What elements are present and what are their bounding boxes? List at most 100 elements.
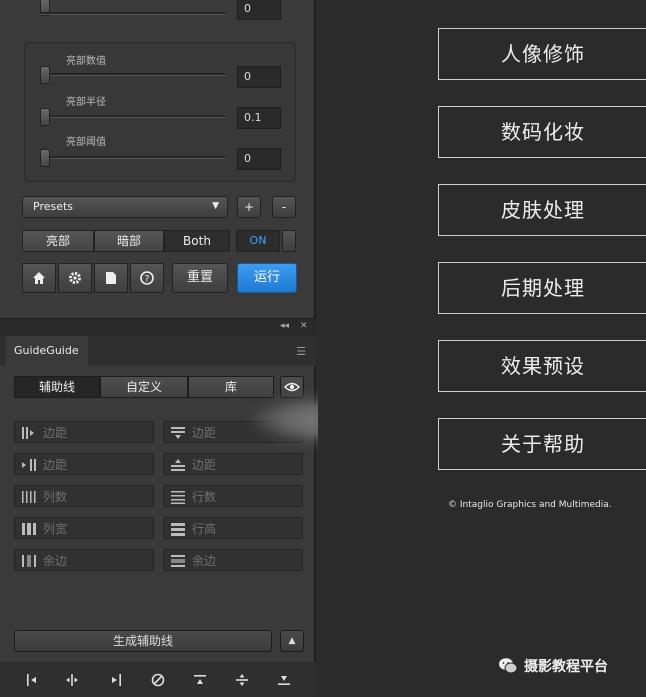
wechat-icon (499, 658, 518, 674)
menu-about-help[interactable]: 关于帮助 (438, 418, 646, 470)
left-guide-icon (27, 674, 36, 686)
field-label: 行数 (192, 490, 217, 504)
right-guide-icon (112, 674, 121, 686)
copyright-text: © Intaglio Graphics and Multimedia. (448, 500, 612, 510)
slider-label-threshold: 亮部阈值 (66, 137, 106, 148)
home-button[interactable] (22, 263, 56, 293)
home-icon (33, 272, 45, 284)
top-margin-icon (171, 427, 185, 439)
bottom-guide-button[interactable] (274, 670, 294, 690)
field-label: 列宽 (43, 522, 68, 536)
field-label: 边距 (192, 426, 217, 440)
menu-digital-makeup[interactable]: 数码化妆 (438, 106, 646, 158)
expand-up-button[interactable]: ▲ (280, 630, 304, 652)
amount-slider-track[interactable] (50, 73, 226, 76)
slider-track-top[interactable] (40, 12, 226, 15)
tab-library[interactable]: 库 (188, 376, 274, 398)
row-gutter-icon (171, 555, 185, 567)
menu-skin-processing[interactable]: 皮肤处理 (438, 184, 646, 236)
menu-post-processing[interactable]: 后期处理 (438, 262, 646, 314)
panel-tabbar: GuideGuide ☰ (0, 336, 316, 366)
right-guide-button[interactable] (106, 670, 126, 690)
help-button[interactable]: ? (130, 263, 164, 293)
vertical-center-guide-icon (66, 674, 78, 686)
toggle-visibility-button[interactable] (280, 376, 304, 398)
columns-field[interactable]: 列数 (14, 485, 154, 507)
top-value-field[interactable]: 0 (237, 0, 281, 20)
chevron-down-icon: ▼ (212, 201, 219, 211)
row-height-field[interactable]: 行高 (163, 517, 303, 539)
column-gutter-field[interactable]: 余边 (14, 549, 154, 571)
row-gutter-field[interactable]: 余边 (163, 549, 303, 571)
svg-text:?: ? (145, 275, 150, 285)
tab-highlights[interactable]: 亮部 (22, 230, 94, 252)
threshold-slider-thumb[interactable] (40, 149, 50, 167)
menu-portrait-retouch[interactable]: 人像修饰 (438, 28, 646, 80)
top-guide-icon (194, 675, 206, 684)
column-width-field[interactable]: 列宽 (14, 517, 154, 539)
field-label: 边距 (192, 458, 217, 472)
rows-icon (171, 491, 185, 504)
close-icon[interactable]: ✕ (300, 321, 308, 331)
field-label: 边距 (43, 426, 68, 440)
on-toggle-switch[interactable] (282, 230, 296, 252)
presets-dropdown[interactable]: Presets ▼ (22, 196, 228, 218)
top-guide-button[interactable] (190, 670, 210, 690)
field-label: 余边 (43, 554, 68, 568)
tab-both[interactable]: Both (164, 230, 230, 252)
row-height-icon (171, 523, 185, 536)
tab-guides[interactable]: 辅助线 (14, 376, 100, 398)
document-icon (106, 272, 116, 284)
right-margin-icon (22, 459, 36, 471)
right-margin-field[interactable]: 边距 (14, 453, 154, 475)
run-button[interactable]: 运行 (237, 263, 297, 293)
rows-field[interactable]: 行数 (163, 485, 303, 507)
radius-slider-thumb[interactable] (40, 108, 50, 126)
settings-button[interactable] (58, 263, 92, 293)
generate-guides-button[interactable]: 生成辅助线 (14, 630, 272, 652)
field-label: 行高 (192, 522, 217, 536)
vertical-center-guide-button[interactable] (62, 670, 82, 690)
clear-icon (151, 673, 165, 687)
main-menu: 人像修饰 数码化妆 皮肤处理 后期处理 效果预设 关于帮助 © Intaglio… (318, 0, 646, 697)
clear-guides-button[interactable] (148, 670, 168, 690)
horizontal-center-guide-button[interactable] (232, 670, 252, 690)
plugin-panel: 0 亮部数值 0 亮部半径 0.1 亮部阈值 0 Presets ▼ + - 亮… (0, 0, 316, 697)
presets-label: Presets (33, 200, 74, 213)
help-icon: ? (140, 271, 154, 285)
collapse-icon[interactable]: ◂◂ (280, 321, 289, 331)
left-margin-icon (22, 427, 34, 439)
left-margin-field[interactable]: 边距 (14, 421, 154, 443)
field-label: 边距 (43, 458, 68, 472)
column-gutter-icon (22, 555, 36, 567)
bottom-margin-field[interactable]: 边距 (163, 453, 303, 475)
tab-guideguide[interactable]: GuideGuide (6, 336, 88, 366)
threshold-slider-track[interactable] (50, 156, 226, 159)
panel-menu-icon[interactable]: ☰ (296, 345, 306, 358)
eye-icon (284, 382, 300, 392)
remove-preset-button[interactable]: - (272, 196, 296, 218)
radius-slider-track[interactable] (50, 115, 226, 118)
threshold-value-field[interactable]: 0 (237, 148, 281, 170)
horizontal-center-guide-icon (236, 674, 248, 686)
on-status-label: ON (236, 230, 280, 252)
tab-shadows[interactable]: 暗部 (94, 230, 164, 252)
add-preset-button[interactable]: + (237, 196, 261, 218)
field-label: 余边 (192, 554, 217, 568)
menu-effect-presets[interactable]: 效果预设 (438, 340, 646, 392)
watermark-text: 摄影教程平台 (524, 659, 608, 675)
chevron-up-icon: ▲ (288, 636, 296, 646)
amount-slider-thumb[interactable] (40, 66, 50, 84)
left-guide-button[interactable] (22, 670, 42, 690)
amount-value-field[interactable]: 0 (237, 66, 281, 88)
reset-button[interactable]: 重置 (172, 263, 228, 293)
radius-value-field[interactable]: 0.1 (237, 107, 281, 129)
slider-label-amount: 亮部数值 (66, 56, 106, 67)
slider-label-radius: 亮部半径 (66, 97, 106, 108)
tab-custom[interactable]: 自定义 (100, 376, 188, 398)
guide-actions-toolbar (0, 662, 316, 697)
watermark: 摄影教程平台 (498, 656, 608, 676)
column-width-icon (22, 523, 36, 535)
columns-icon (22, 491, 36, 503)
document-button[interactable] (94, 263, 128, 293)
